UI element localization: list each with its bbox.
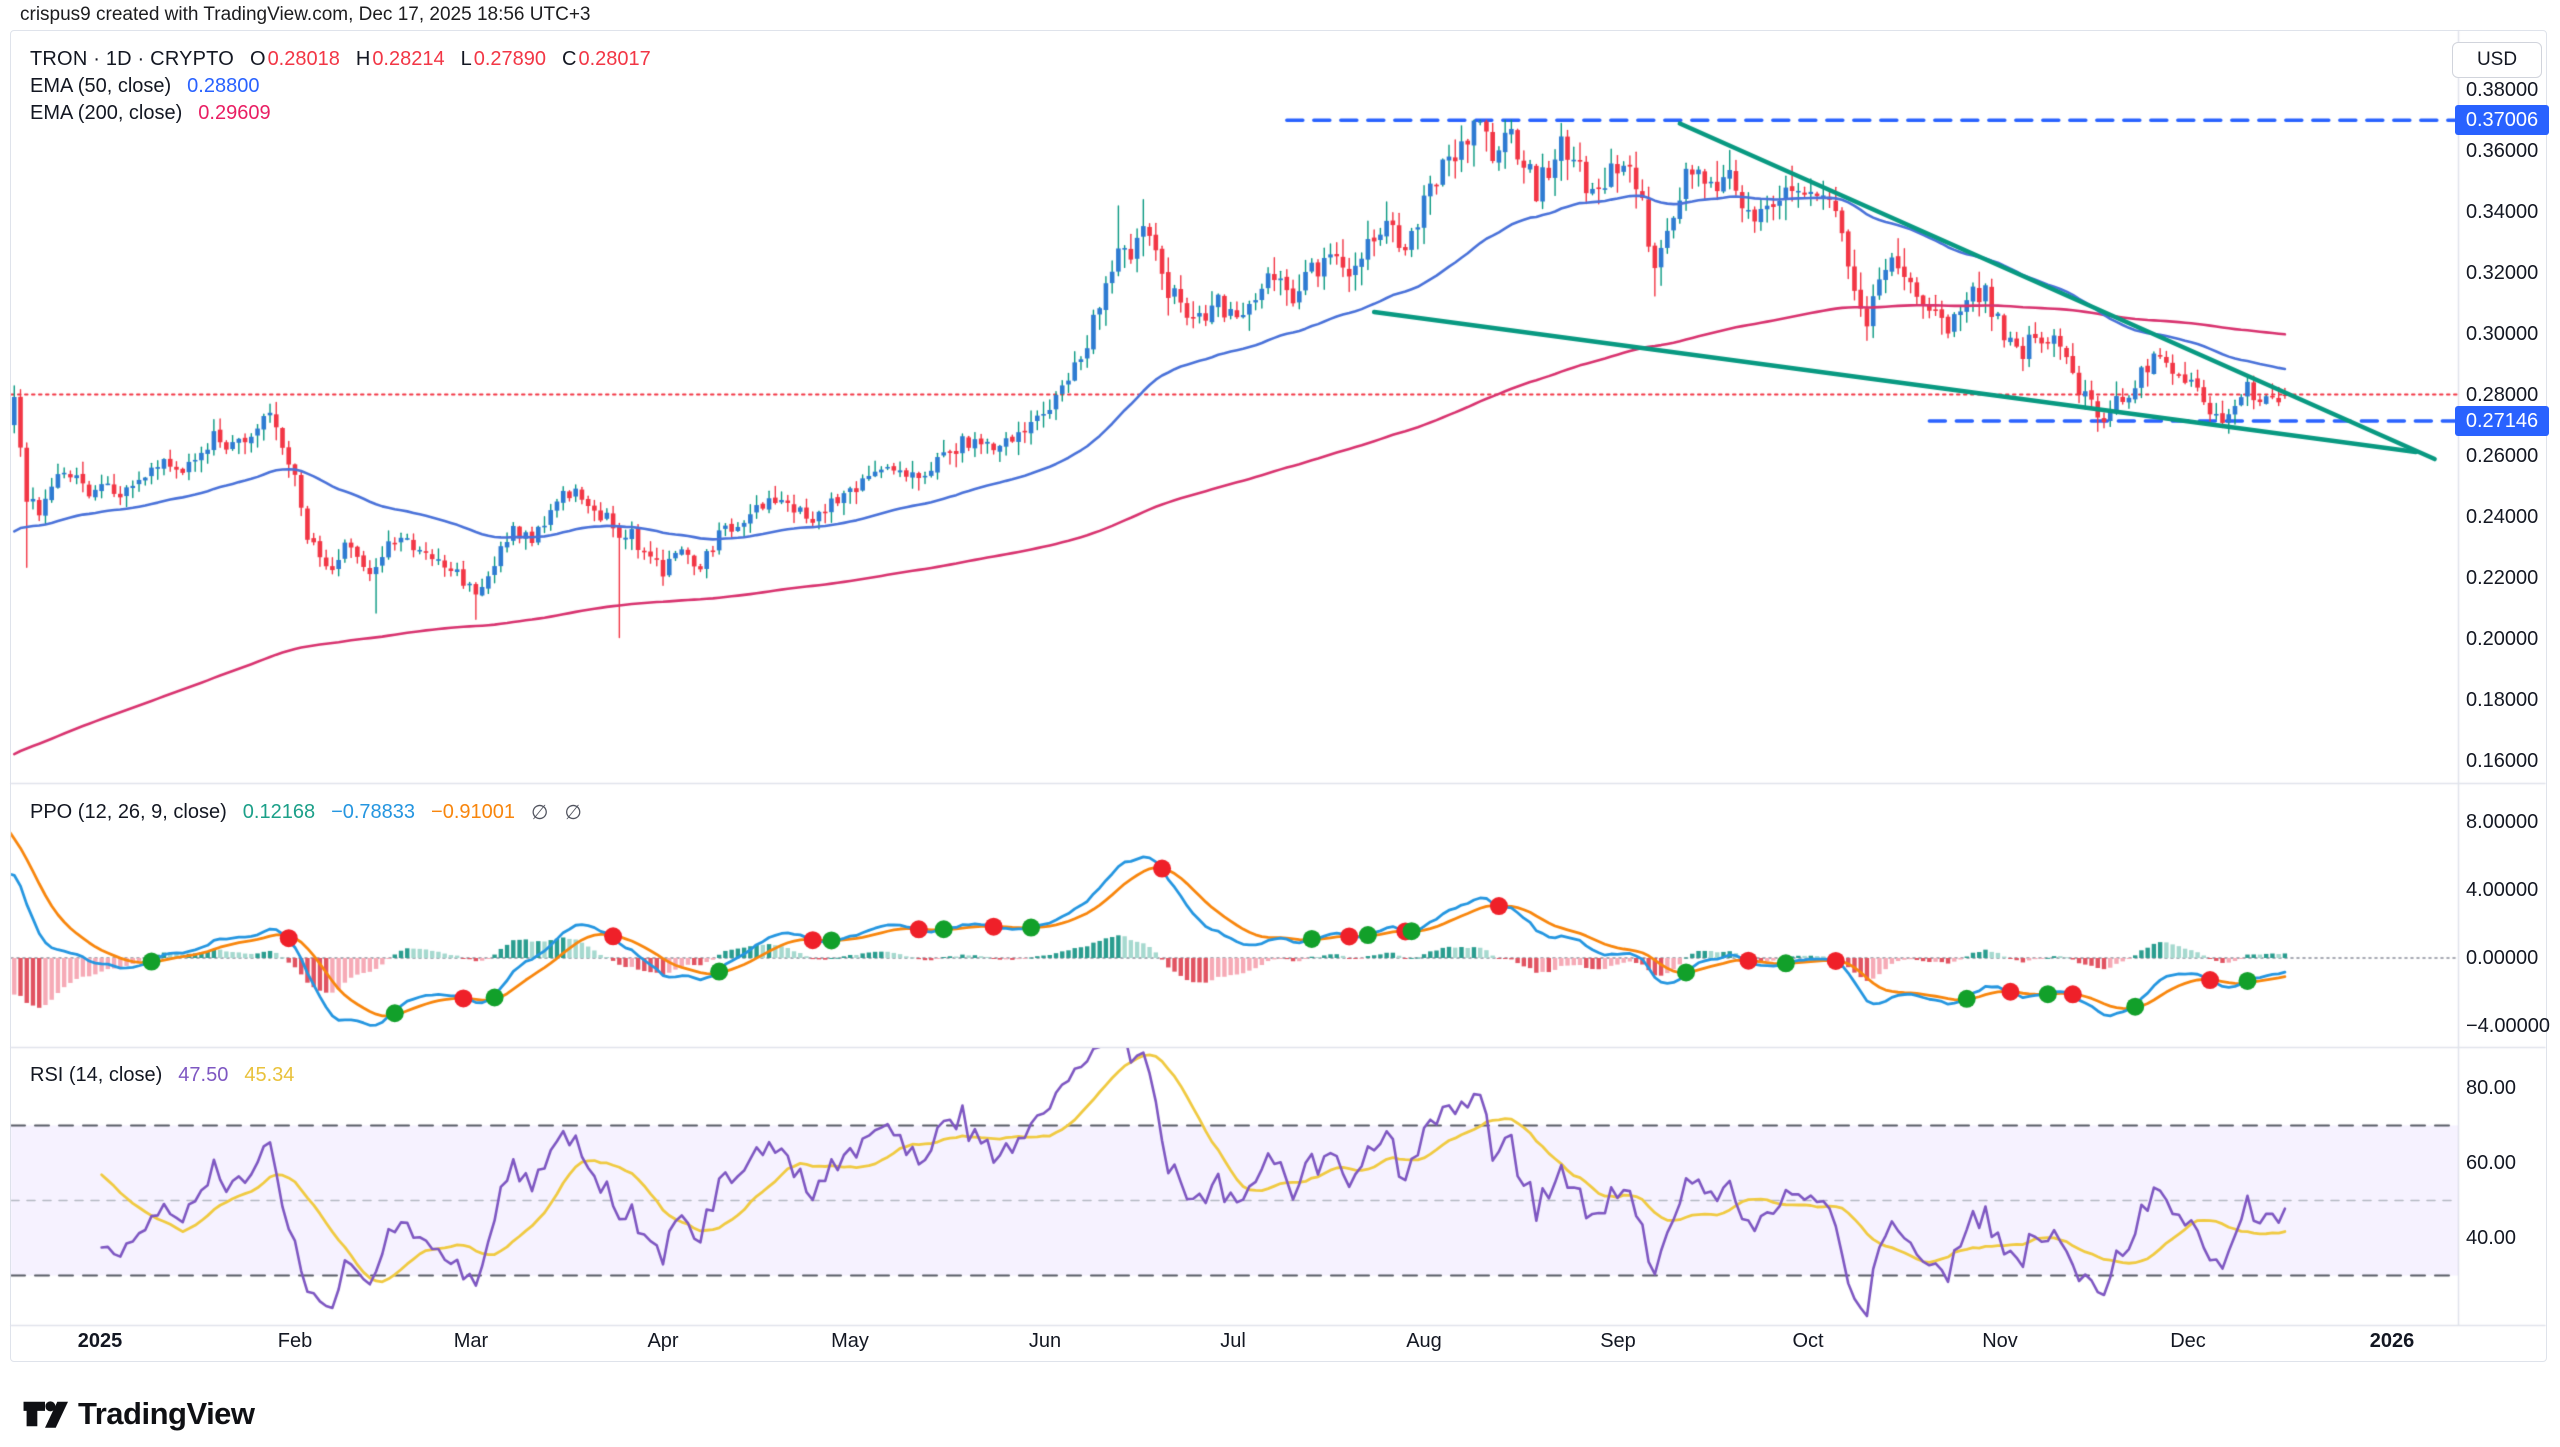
rsi-label: RSI (14, close) — [30, 1064, 162, 1087]
ema200-legend-row[interactable]: EMA (200, close) 0.29609 — [30, 102, 651, 125]
ppo-hist-value: 0.12168 — [243, 801, 315, 824]
rsi-tick-label: 40.00 — [2466, 1226, 2516, 1250]
low-value: L0.27890 — [461, 48, 546, 71]
price-tick-label: 0.28000 — [2466, 383, 2538, 407]
attribution-text: crispus9 created with TradingView.com, D… — [20, 4, 590, 26]
price-tick-label: 0.30000 — [2466, 322, 2538, 346]
ema50-label: EMA (50, close) — [30, 75, 171, 98]
ema50-value: 0.28800 — [187, 75, 259, 98]
symbol-title: TRON · 1D · CRYPTO — [30, 48, 234, 71]
price-tick-label: 0.36000 — [2466, 139, 2538, 163]
ppo-tick-label: −4.00000 — [2466, 1014, 2550, 1038]
ppo-label: PPO (12, 26, 9, close) — [30, 801, 227, 824]
ppo-tick-label: 8.00000 — [2466, 810, 2538, 834]
ppo-legend-row[interactable]: PPO (12, 26, 9, close) 0.12168 −0.78833 … — [30, 800, 582, 825]
currency-selector[interactable]: USD — [2452, 42, 2542, 78]
tradingview-logo[interactable]: TradingView — [22, 1396, 255, 1432]
ppo-empty-icon: ∅ — [531, 800, 548, 825]
price-tick-label: 0.26000 — [2466, 444, 2538, 468]
time-axis-label: Feb — [250, 1330, 340, 1353]
tradingview-logo-text: TradingView — [78, 1396, 255, 1432]
ema50-legend-row[interactable]: EMA (50, close) 0.28800 — [30, 75, 651, 98]
price-tick-label: 0.24000 — [2466, 505, 2538, 529]
price-tick-label: 0.34000 — [2466, 200, 2538, 224]
time-axis-label: Aug — [1379, 1330, 1469, 1353]
price-badge-high: 0.37006 — [2455, 105, 2549, 135]
ppo-line-value: −0.78833 — [331, 801, 415, 824]
ppo-signal-value: −0.91001 — [431, 801, 515, 824]
open-value: O0.28018 — [250, 48, 340, 71]
rsi-value: 47.50 — [178, 1064, 228, 1087]
rsi-pane-legend[interactable]: RSI (14, close) 47.50 45.34 — [30, 1064, 294, 1087]
rsi-tick-label: 80.00 — [2466, 1076, 2516, 1100]
close-value: C0.28017 — [562, 48, 651, 71]
time-axis-label: May — [805, 1330, 895, 1353]
price-tick-label: 0.20000 — [2466, 627, 2538, 651]
price-pane-legend[interactable]: TRON · 1D · CRYPTO O0.28018 H0.28214 L0.… — [30, 48, 651, 125]
time-axis-label: Apr — [618, 1330, 708, 1353]
time-axis-label: Jul — [1188, 1330, 1278, 1353]
ema200-label: EMA (200, close) — [30, 102, 182, 125]
rsi-ma-value: 45.34 — [244, 1064, 294, 1087]
time-axis-label: Dec — [2143, 1330, 2233, 1353]
price-badge-low: 0.27146 — [2455, 406, 2549, 436]
price-tick-label: 0.32000 — [2466, 261, 2538, 285]
ppo-empty-icon: ∅ — [564, 800, 581, 825]
chart-canvas[interactable] — [0, 0, 2560, 1447]
time-axis-label: Oct — [1763, 1330, 1853, 1353]
price-tick-label: 0.16000 — [2466, 749, 2538, 773]
ppo-tick-label: 0.00000 — [2466, 946, 2538, 970]
time-axis-label: Mar — [426, 1330, 516, 1353]
rsi-tick-label: 60.00 — [2466, 1151, 2516, 1175]
high-value: H0.28214 — [356, 48, 445, 71]
symbol-legend-row[interactable]: TRON · 1D · CRYPTO O0.28018 H0.28214 L0.… — [30, 48, 651, 71]
ppo-tick-label: 4.00000 — [2466, 878, 2538, 902]
tradingview-logo-icon — [22, 1397, 68, 1431]
time-axis-label: Nov — [1955, 1330, 2045, 1353]
time-axis-label: 2026 — [2347, 1330, 2437, 1353]
tradingview-screenshot: crispus9 created with TradingView.com, D… — [0, 0, 2560, 1447]
ema200-value: 0.29609 — [198, 102, 270, 125]
rsi-legend-row[interactable]: RSI (14, close) 47.50 45.34 — [30, 1064, 294, 1087]
time-axis-label: Sep — [1573, 1330, 1663, 1353]
time-axis-label: 2025 — [55, 1330, 145, 1353]
price-tick-label: 0.38000 — [2466, 78, 2538, 102]
ppo-pane-legend[interactable]: PPO (12, 26, 9, close) 0.12168 −0.78833 … — [30, 800, 582, 825]
time-axis-label: Jun — [1000, 1330, 1090, 1353]
price-tick-label: 0.22000 — [2466, 566, 2538, 590]
price-tick-label: 0.18000 — [2466, 688, 2538, 712]
